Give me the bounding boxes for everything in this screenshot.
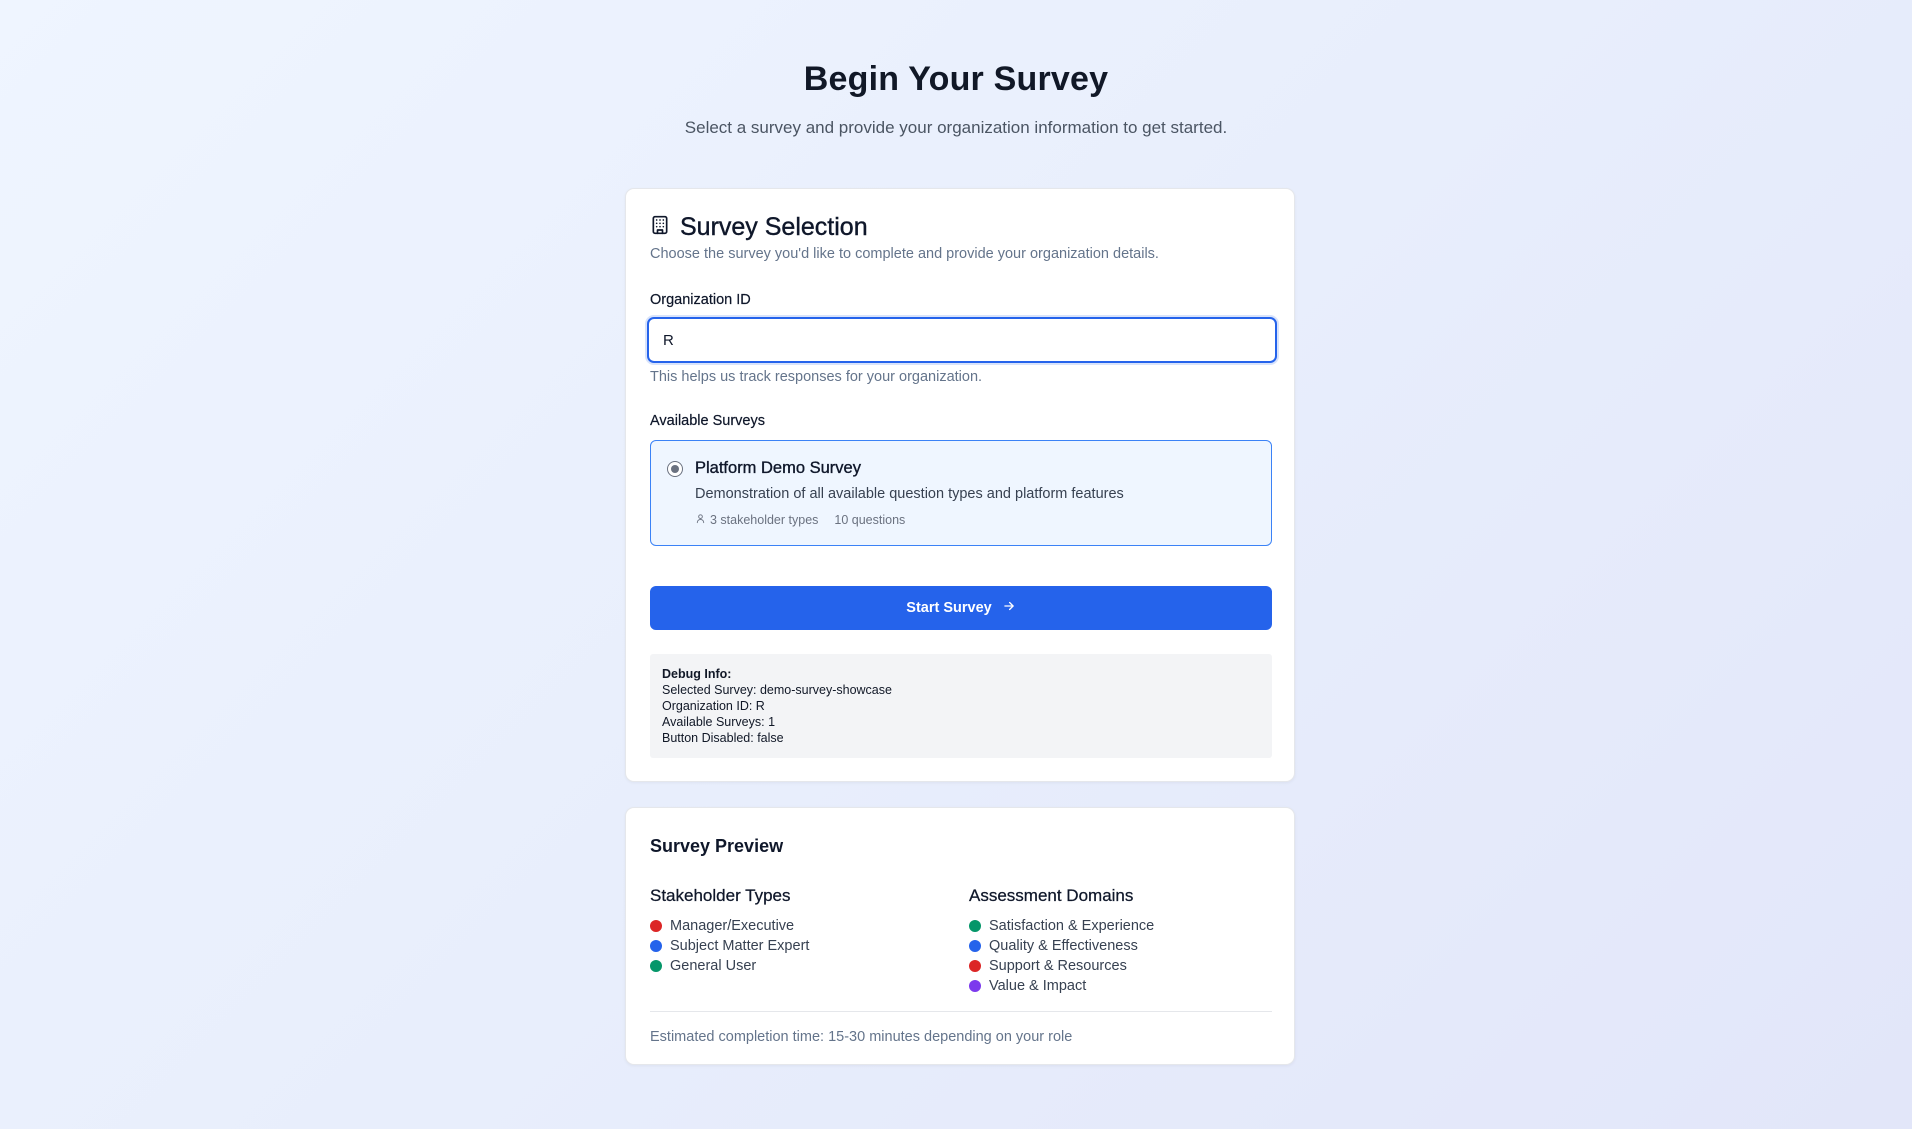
survey-selection-description: Choose the survey you'd like to complete… bbox=[650, 246, 1159, 262]
color-dot bbox=[969, 980, 981, 992]
color-dot bbox=[969, 920, 981, 932]
list-item: Manager/Executive bbox=[650, 916, 950, 936]
survey-option-meta: 3 stakeholder types 10 questions bbox=[695, 513, 905, 527]
debug-title: Debug Info: bbox=[662, 667, 732, 681]
arrow-right-icon bbox=[1002, 599, 1016, 617]
survey-option-description: Demonstration of all available question … bbox=[695, 486, 1124, 502]
stakeholder-types-section: Stakeholder Types Manager/Executive Subj… bbox=[650, 886, 950, 976]
start-survey-button[interactable]: Start Survey bbox=[650, 586, 1272, 630]
stakeholder-types-title: Stakeholder Types bbox=[650, 886, 791, 905]
stakeholder-label: Manager/Executive bbox=[670, 918, 795, 934]
organization-id-input[interactable] bbox=[647, 317, 1277, 363]
available-surveys-label: Available Surveys bbox=[650, 413, 765, 429]
building-icon bbox=[650, 215, 670, 240]
assessment-domains-title: Assessment Domains bbox=[969, 886, 1134, 905]
list-item: Support & Resources bbox=[969, 956, 1269, 976]
color-dot bbox=[650, 940, 662, 952]
start-survey-label: Start Survey bbox=[906, 600, 992, 616]
assessment-domains-section: Assessment Domains Satisfaction & Experi… bbox=[969, 886, 1269, 996]
color-dot bbox=[969, 960, 981, 972]
color-dot bbox=[650, 960, 662, 972]
list-item: General User bbox=[650, 956, 950, 976]
stakeholder-label: Subject Matter Expert bbox=[670, 938, 810, 954]
page-title: Begin Your Survey bbox=[803, 60, 1109, 98]
survey-option-title: Platform Demo Survey bbox=[695, 459, 861, 477]
organization-id-label: Organization ID bbox=[650, 292, 751, 308]
list-item: Quality & Effectiveness bbox=[969, 936, 1269, 956]
list-item: Value & Impact bbox=[969, 976, 1269, 996]
debug-info-panel: Debug Info: Selected Survey: demo-survey… bbox=[650, 654, 1272, 758]
stakeholder-count: 3 stakeholder types bbox=[710, 513, 819, 527]
estimated-completion-time: Estimated completion time: 15-30 minutes… bbox=[650, 1029, 1073, 1045]
page-header: Begin Your Survey Select a survey and pr… bbox=[0, 60, 1912, 138]
survey-selection-heading: Survey Selection bbox=[650, 213, 868, 242]
divider bbox=[650, 1011, 1272, 1012]
survey-selection-title: Survey Selection bbox=[680, 213, 868, 241]
page-subtitle: Select a survey and provide your organiz… bbox=[684, 118, 1228, 137]
organization-id-help: This helps us track responses for your o… bbox=[650, 369, 983, 385]
survey-option-platform-demo[interactable]: Platform Demo Survey Demonstration of al… bbox=[650, 440, 1272, 546]
domain-label: Support & Resources bbox=[989, 958, 1127, 974]
domain-label: Value & Impact bbox=[989, 978, 1087, 994]
list-item: Satisfaction & Experience bbox=[969, 916, 1269, 936]
user-icon bbox=[695, 513, 706, 527]
survey-preview-card: Survey Preview Stakeholder Types Manager… bbox=[625, 807, 1295, 1065]
debug-line: Button Disabled: false bbox=[662, 731, 784, 745]
debug-line: Available Surveys: 1 bbox=[662, 715, 776, 729]
survey-selection-card: Survey Selection Choose the survey you'd… bbox=[625, 188, 1295, 782]
color-dot bbox=[650, 920, 662, 932]
survey-radio[interactable] bbox=[667, 461, 683, 477]
debug-line: Organization ID: R bbox=[662, 699, 765, 713]
stakeholder-label: General User bbox=[670, 958, 757, 974]
domain-label: Quality & Effectiveness bbox=[989, 938, 1138, 954]
debug-line: Selected Survey: demo-survey-showcase bbox=[662, 683, 892, 697]
survey-preview-title: Survey Preview bbox=[650, 836, 784, 856]
question-count: 10 questions bbox=[834, 513, 906, 527]
domain-label: Satisfaction & Experience bbox=[989, 918, 1155, 934]
list-item: Subject Matter Expert bbox=[650, 936, 950, 956]
color-dot bbox=[969, 940, 981, 952]
